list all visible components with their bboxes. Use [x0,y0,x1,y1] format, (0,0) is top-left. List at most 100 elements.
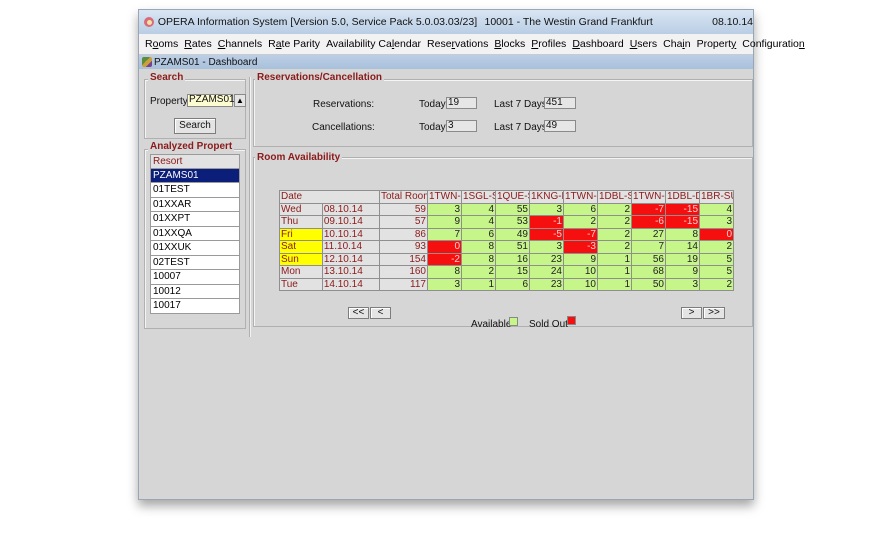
availability-cell[interactable]: -2 [427,252,462,266]
resort-list-item[interactable]: 01XXAR [150,197,240,212]
menu-rates[interactable]: Rates [184,38,211,50]
resort-list-item[interactable]: 10012 [150,284,240,299]
property-input[interactable]: PZAMS01 [187,94,235,107]
availability-cell[interactable]: 0 [699,227,734,241]
availability-cell[interactable]: 9 [563,252,598,266]
window-title: OPERA Information System [Version 5.0, S… [157,16,478,28]
availability-cell[interactable]: 3 [529,240,564,254]
menu-dashboard[interactable]: Dashboard [572,38,623,50]
availability-cell[interactable]: 10 [563,277,598,291]
availability-cell[interactable]: -3 [563,240,598,254]
availability-cell[interactable]: 50 [631,277,666,291]
availability-cell[interactable]: 5 [699,265,734,279]
availability-cell[interactable]: 2 [699,277,734,291]
date-cell: 09.10.14 [321,215,381,229]
resort-list-item[interactable]: PZAMS01 [150,168,240,183]
availability-cell[interactable]: 3 [427,277,462,291]
availability-cell[interactable]: 6 [563,202,598,216]
availability-cell[interactable]: 3 [699,215,734,229]
resort-list-item[interactable]: 01XXUK [150,241,240,256]
menu-profiles[interactable]: Profiles [531,38,566,50]
search-button[interactable]: Search [174,118,216,134]
availability-cell[interactable]: 68 [631,265,666,279]
availability-cell[interactable]: 23 [529,277,564,291]
availability-cell[interactable]: 2 [699,240,734,254]
availability-cell[interactable]: -15 [665,215,700,229]
availability-cell[interactable]: 9 [427,215,462,229]
availability-cell[interactable]: 8 [665,227,700,241]
availability-cell[interactable]: 15 [495,265,530,279]
availability-cell[interactable]: 4 [699,202,734,216]
availability-cell[interactable]: 51 [495,240,530,254]
availability-cell[interactable]: 10 [563,265,598,279]
resort-list-item[interactable]: 10017 [150,299,240,314]
first-page-button[interactable]: << [348,307,369,319]
availability-cell[interactable]: 6 [461,227,496,241]
menu-users[interactable]: Users [630,38,657,50]
availability-cell[interactable]: -7 [631,202,666,216]
menu-channels[interactable]: Channels [218,38,262,50]
prev-page-button[interactable]: < [370,307,391,319]
availability-cell[interactable]: 8 [461,240,496,254]
availability-cell[interactable]: 23 [529,252,564,266]
menu-configuration[interactable]: Configuration [742,38,804,50]
availability-cell[interactable]: 6 [495,277,530,291]
resort-list-item[interactable]: 01XXQA [150,226,240,241]
menu-property[interactable]: Property [697,38,737,50]
resort-list-item[interactable]: 10007 [150,270,240,285]
availability-cell[interactable]: 2 [597,215,632,229]
availability-cell[interactable]: -15 [665,202,700,216]
next-page-button[interactable]: > [681,307,702,319]
availability-cell[interactable]: 1 [461,277,496,291]
day-cell: Tue [279,277,323,291]
menu-chain[interactable]: Chain [663,38,690,50]
availability-cell[interactable]: 19 [665,252,700,266]
availability-cell[interactable]: 1 [597,277,632,291]
last-page-button[interactable]: >> [703,307,725,319]
availability-cell[interactable]: 8 [427,265,462,279]
resort-list-item[interactable]: 01XXPT [150,212,240,227]
availability-cell[interactable]: 27 [631,227,666,241]
total-rooms-cell: 117 [379,277,428,291]
availability-cell[interactable]: 16 [495,252,530,266]
availability-cell[interactable]: 2 [597,227,632,241]
availability-cell[interactable]: 2 [597,240,632,254]
availability-cell[interactable]: 7 [631,240,666,254]
availability-cell[interactable]: 5 [699,252,734,266]
availability-cell[interactable]: 14 [665,240,700,254]
opera-window: OPERA Information System [Version 5.0, S… [138,9,805,500]
availability-cell[interactable]: -6 [631,215,666,229]
availability-cell[interactable]: 53 [495,215,530,229]
availability-cell[interactable]: 3 [665,277,700,291]
availability-cell[interactable]: 1 [597,265,632,279]
availability-cell[interactable]: -1 [529,215,564,229]
availability-cell[interactable]: 3 [529,202,564,216]
menu-reservations[interactable]: Reservations [427,38,488,50]
availability-cell[interactable]: 4 [461,215,496,229]
availability-cell[interactable]: 3 [427,202,462,216]
availability-cell[interactable]: 8 [461,252,496,266]
availability-cell[interactable]: 2 [461,265,496,279]
availability-cell[interactable]: 0 [427,240,462,254]
availability-cell[interactable]: 56 [631,252,666,266]
menu-rate-parity[interactable]: Rate Parity [268,38,320,50]
availability-cell[interactable]: 24 [529,265,564,279]
property-lov-button[interactable]: ▲ [234,94,246,107]
resort-list-item[interactable]: 01TEST [150,183,240,198]
menu-blocks[interactable]: Blocks [494,38,525,50]
availability-cell[interactable]: 1 [597,252,632,266]
total-rooms-cell: 93 [379,240,428,254]
availability-cell[interactable]: 2 [563,215,598,229]
menu-rooms[interactable]: Rooms [145,38,178,50]
availability-cell[interactable]: 49 [495,227,530,241]
availability-cell[interactable]: 4 [461,202,496,216]
menu-availability-calendar[interactable]: Availability Calendar [326,38,421,50]
resort-list-item[interactable]: 02TEST [150,255,240,270]
availability-cell[interactable]: 55 [495,202,530,216]
resort-list[interactable]: Resort PZAMS01 01TEST 01XXAR 01XXPT 01XXQA 01… [150,154,240,314]
availability-cell[interactable]: 9 [665,265,700,279]
availability-cell[interactable]: 2 [597,202,632,216]
availability-cell[interactable]: 7 [427,227,462,241]
availability-cell[interactable]: -5 [529,227,564,241]
availability-cell[interactable]: -7 [563,227,598,241]
